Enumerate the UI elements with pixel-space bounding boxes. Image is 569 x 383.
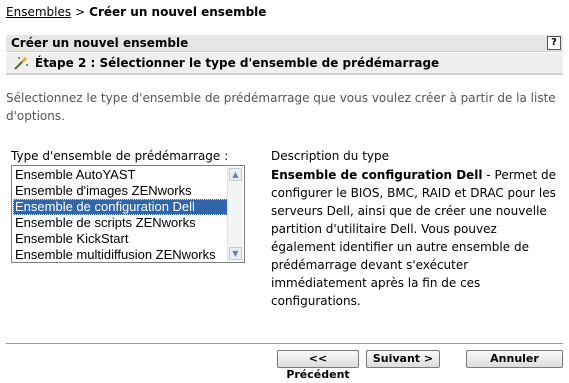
panel-header: Créer un nouvel ensemble ? [6,35,563,52]
list-item-selected[interactable]: Ensemble de configuration Dell [13,199,228,215]
step-divider [6,73,563,75]
previous-button[interactable]: << Précédent [277,350,359,381]
panel-title: Créer un nouvel ensemble [11,36,189,50]
breadcrumb-current: Créer un nouvel ensemble [89,5,267,19]
list-item[interactable]: Ensemble KickStart [13,231,228,247]
listbox-items: Ensemble AutoYAST Ensemble d'images ZENw… [13,167,228,263]
description-body: - Permet de configurer le BIOS, BMC, RAI… [271,168,557,308]
list-item[interactable]: Ensemble d'images ZENworks [13,183,228,199]
scroll-up-icon[interactable]: ▲ [229,168,242,181]
breadcrumb-separator: > [75,5,86,19]
breadcrumb: Ensembles > Créer un nouvel ensemble [6,5,266,19]
breadcrumb-link-ensembles[interactable]: Ensembles [6,5,71,19]
list-item[interactable]: Ensemble de scripts ZENworks [13,215,228,231]
bundle-type-listbox[interactable]: Ensemble AutoYAST Ensemble d'images ZENw… [11,165,245,263]
list-item[interactable]: Ensemble multidiffusion ZENworks [13,247,228,263]
bundle-type-label: Type d'ensemble de prédémarrage : [11,149,229,163]
description-label: Description du type [271,149,390,163]
list-item[interactable]: Ensemble AutoYAST [13,167,228,183]
description-bundle-name: Ensemble de configuration Dell [271,168,483,182]
description-text: Ensemble de configuration Dell - Permet … [271,166,565,310]
scroll-down-icon[interactable]: ▼ [229,247,242,260]
footer-divider [6,343,563,344]
listbox-scrollbar[interactable]: ▲ ▼ [227,167,243,261]
step-bar: Étape 2 : Sélectionner le type d'ensembl… [6,53,563,73]
intro-text: Sélectionnez le type d'ensemble de prédé… [6,91,556,123]
cancel-button[interactable]: Annuler [466,350,563,368]
step-title: Étape 2 : Sélectionner le type d'ensembl… [35,56,440,70]
magic-wand-icon [14,56,28,70]
next-button[interactable]: Suivant > [366,350,440,368]
help-button[interactable]: ? [547,36,561,50]
